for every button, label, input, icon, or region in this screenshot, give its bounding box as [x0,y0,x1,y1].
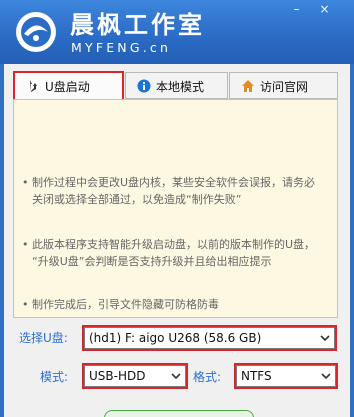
usb-select-label: 选择U盘: [19,331,68,345]
note-item: • 制作过程中会更改U盘内核，某些安全软件会误报，请务必 关闭或选择全部通过，以… [22,174,315,208]
tab-visit-website-label: 访问官网 [260,80,309,94]
tab-local-mode[interactable]: 本地模式 [125,72,228,99]
close-button[interactable]: × [311,0,338,19]
bullet: • [22,238,29,251]
note-line: 制作过程中会更改U盘内核，某些安全软件会误报，请务必 [32,176,316,189]
info-icon [137,79,151,93]
main-panel: U盘启动 本地模式 访问官网 • 制作过程中会更改U盘内核，某些安全软件会误报，… [4,64,350,417]
usb-drive-select[interactable]: (hd1) F: aigo U268 (58.6 GB) [84,327,335,349]
note-line: 此版本程序支持智能升级启动盘，以前的版本制作的U盘， [32,238,316,251]
tab-local-mode-label: 本地模式 [156,80,205,94]
home-icon [242,80,254,92]
minimize-button[interactable]: – [283,0,310,19]
mode-value: USB-HDD [89,369,146,383]
usb-drive-value: (hd1) F: aigo U268 (58.6 GB) [89,331,262,345]
chevron-down-icon [171,373,181,380]
usb-icon [30,80,37,92]
format-select[interactable]: NTFS [236,365,336,387]
chevron-down-icon [321,373,331,380]
tab-usb-boot[interactable]: U盘启动 [13,71,124,100]
tab-usb-boot-label: U盘启动 [45,80,90,94]
note-item: • 制作完成后，引导文件隐藏可防格防毒 [22,296,219,313]
notes-panel: • 制作过程中会更改U盘内核，某些安全软件会误报，请务必 关闭或选择全部通过，以… [13,99,338,318]
mode-select[interactable]: USB-HDD [84,365,186,387]
format-label: 格式: [193,370,222,384]
title-bar: 晨枫工作室 MYFENG.cn – × [0,0,354,64]
note-item: • 此版本程序支持智能升级启动盘，以前的版本制作的U盘， “升级U盘”会判断是否… [22,236,315,270]
bullet: • [22,176,29,189]
app-window: 晨枫工作室 MYFENG.cn – × U盘启动 本地模式 访问官网 • 制作过… [0,0,354,417]
note-line: 关闭或选择全部通过，以免造成“制作失败” [32,193,242,206]
bullet: • [22,298,29,311]
mode-label: 模式: [40,370,69,384]
tab-visit-website[interactable]: 访问官网 [229,72,338,99]
brand-name: 晨枫工作室 [70,11,205,39]
logo-icon [16,12,56,52]
brand-domain: MYFENG.cn [71,40,172,55]
format-value: NTFS [241,369,272,383]
note-line: 制作完成后，引导文件隐藏可防格防毒 [32,298,219,311]
note-line: “升级U盘”会判断是否支持升级并且给出相应提示 [32,255,272,268]
chevron-down-icon [320,335,330,342]
start-button-partial[interactable] [104,410,254,417]
